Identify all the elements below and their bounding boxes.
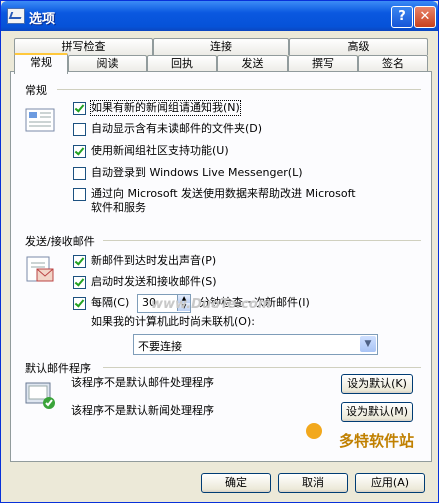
watermark-brand: 多特软件站 [339,432,415,450]
option-auto-login-messenger[interactable]: 自动登录到 Windows Live Messenger(L) [73,166,303,180]
checkbox-checked[interactable] [73,276,86,289]
option-label: 自动显示含有未读邮件的文件夹(D) [91,122,263,135]
divider [103,240,421,241]
checkbox-checked[interactable] [73,255,86,268]
ok-button[interactable]: 确定 [201,473,271,493]
tab-send[interactable]: 发送 [217,55,288,72]
option-community-support[interactable]: 使用新闻组社区支持功能(U) [73,144,229,158]
general-tab-panel: 常规 如果有新的新闻组请通知我(N) 自动显示含有未读邮件的文件夹(D) 使用新… [10,71,432,462]
mail-send-receive-icon [25,253,55,283]
send-receive-section-title: 发送/接收邮件 [25,235,95,248]
watermark-text: www.DuoTe.com [151,297,272,312]
apply-button[interactable]: 应用(A) [355,473,425,493]
window-title: 选项 [29,12,56,27]
tab-advanced[interactable]: 高级 [289,38,428,55]
divider [57,89,421,90]
default-program-icon [25,380,55,410]
newsgroup-icon [25,106,55,136]
news-default-status: 该程序不是默认新闻处理程序 [71,404,214,417]
tab-signature[interactable]: 签名 [358,55,428,72]
option-send-receive-on-start[interactable]: 启动时发送和接收邮件(S) [73,275,217,289]
close-button[interactable]: ✕ [414,6,436,28]
option-sound-on-new-mail[interactable]: 新邮件到达时发出声音(P) [73,254,216,268]
tab-connection[interactable]: 连接 [153,38,289,55]
option-label-line1: 通过向 Microsoft 发送使用数据来帮助改进 Microsoft [91,187,356,200]
tab-receipts[interactable]: 回执 [147,55,217,72]
checkbox-checked[interactable] [73,145,86,158]
offline-selected-value: 不要连接 [138,340,182,353]
watermark-logo-icon [306,423,322,439]
offline-select[interactable]: 不要连接 ▼ [133,334,378,355]
set-default-news-button[interactable]: 设为默认(M) [341,402,413,422]
checkbox-unchecked[interactable] [73,123,86,136]
tab-read[interactable]: 阅读 [68,55,147,72]
chevron-down-icon[interactable]: ▼ [360,336,376,352]
option-label: 自动登录到 Windows Live Messenger(L) [91,166,303,179]
option-label: 每隔(C) [91,296,130,309]
title-bar[interactable]: 选项 ? ✕ [1,1,438,31]
tab-compose[interactable]: 撰写 [288,55,358,72]
option-label-line2: 软件和服务 [91,201,146,214]
general-section-title: 常规 [25,84,47,97]
set-default-mail-button[interactable]: 设为默认(K) [341,374,413,394]
option-show-unread-folders[interactable]: 自动显示含有未读邮件的文件夹(D) [73,122,262,136]
checkbox-checked[interactable] [73,102,86,115]
default-programs-section-title: 默认邮件程序 [25,362,91,375]
option-notify-new-newsgroups[interactable]: 如果有新的新闻组请通知我(N) [73,100,241,116]
checkbox-unchecked[interactable] [73,167,86,180]
app-icon [7,8,25,24]
option-send-usage-data[interactable]: 通过向 Microsoft 发送使用数据来帮助改进 Microsoft 软件和服… [73,187,356,215]
checkbox-checked[interactable] [73,297,86,310]
option-label: 启动时发送和接收邮件(S) [91,275,217,288]
help-button[interactable]: ? [391,6,413,28]
divider [103,367,421,368]
option-label: 如果有新的新闻组请通知我(N) [90,100,241,116]
option-label: 通过向 Microsoft 发送使用数据来帮助改进 Microsoft 软件和服… [91,187,356,215]
option-label: 新邮件到达时发出声音(P) [91,254,217,267]
checkbox-unchecked[interactable] [73,188,86,201]
option-label: 使用新闻组社区支持功能(U) [91,144,229,157]
cancel-button[interactable]: 取消 [278,473,348,493]
option-check-every[interactable]: 每隔(C) [73,296,129,310]
tab-general[interactable]: 常规 [14,53,68,74]
offline-label: 如果我的计算机此时尚未联机(O): [91,315,255,328]
mail-default-status: 该程序不是默认邮件处理程序 [71,376,214,389]
options-dialog: 选项 ? ✕ 拼写检查 连接 高级 常规 阅读 回执 发送 撰写 签名 常规 如… [0,0,439,503]
